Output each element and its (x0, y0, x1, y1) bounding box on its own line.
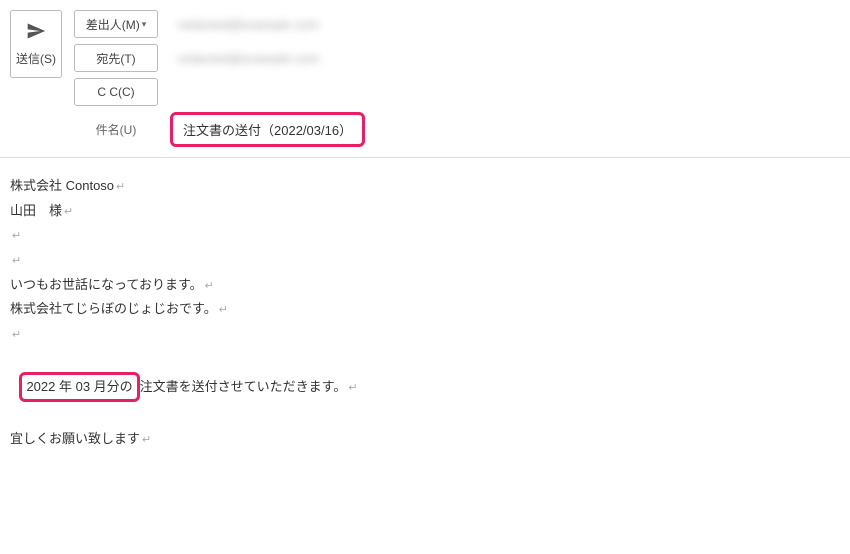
body-text: 注文書を送付させていただきます。 (140, 379, 347, 394)
from-value[interactable]: redacted@example.com (170, 10, 840, 38)
from-button[interactable]: 差出人(M) ▾ (74, 10, 158, 38)
email-body[interactable]: 株式会社 Contoso↵ 山田 様↵ ↵ ↵ いつもお世話になっております。↵… (0, 158, 850, 468)
to-button[interactable]: 宛先(T) (74, 44, 158, 72)
from-row: 差出人(M) ▾ redacted@example.com (74, 10, 840, 38)
body-line: ↵ (10, 223, 840, 248)
return-mark-icon: ↵ (12, 329, 21, 341)
send-button[interactable]: 送信(S) (10, 10, 62, 78)
from-address: redacted@example.com (178, 17, 319, 32)
to-label: 宛先(T) (96, 50, 135, 67)
return-mark-icon: ↵ (348, 382, 357, 394)
cc-row: C C(C) (74, 78, 840, 106)
return-mark-icon: ↵ (12, 230, 21, 242)
body-line: 宜しくお願い致します↵ (10, 427, 840, 452)
return-mark-icon: ↵ (116, 181, 125, 193)
body-line: 株式会社 Contoso↵ (10, 174, 840, 199)
send-label: 送信(S) (16, 50, 56, 67)
subject-input[interactable]: 注文書の送付（2022/03/16） (170, 112, 365, 147)
send-icon (26, 21, 46, 44)
fields-column: 差出人(M) ▾ redacted@example.com 宛先(T) reda… (74, 10, 840, 157)
from-label: 差出人(M) (86, 16, 140, 33)
return-mark-icon: ↵ (142, 434, 151, 446)
cc-label: C C(C) (97, 85, 134, 99)
chevron-down-icon: ▾ (142, 19, 147, 30)
body-line: 2022 年 03 月分の注文書を送付させていただきます。↵ (10, 347, 840, 427)
compose-header: 送信(S) 差出人(M) ▾ redacted@example.com 宛先(T… (0, 0, 850, 158)
body-line: ↵ (10, 322, 840, 347)
return-mark-icon: ↵ (219, 304, 228, 316)
return-mark-icon: ↵ (12, 255, 21, 267)
return-mark-icon: ↵ (205, 280, 214, 292)
body-line: ↵ (10, 248, 840, 273)
body-line: いつもお世話になっております。↵ (10, 273, 840, 298)
highlighted-date-text: 2022 年 03 月分の (19, 372, 139, 403)
cc-button[interactable]: C C(C) (74, 78, 158, 106)
to-address: redacted@example.com (178, 51, 319, 66)
to-value[interactable]: redacted@example.com (170, 44, 840, 72)
body-line: 株式会社てじらぼのじょじおです。↵ (10, 297, 840, 322)
return-mark-icon: ↵ (64, 206, 73, 218)
cc-value[interactable] (170, 78, 840, 106)
subject-row: 件名(U) 注文書の送付（2022/03/16） (74, 112, 840, 157)
body-line: 山田 様↵ (10, 199, 840, 224)
to-row: 宛先(T) redacted@example.com (74, 44, 840, 72)
subject-label: 件名(U) (74, 121, 158, 138)
